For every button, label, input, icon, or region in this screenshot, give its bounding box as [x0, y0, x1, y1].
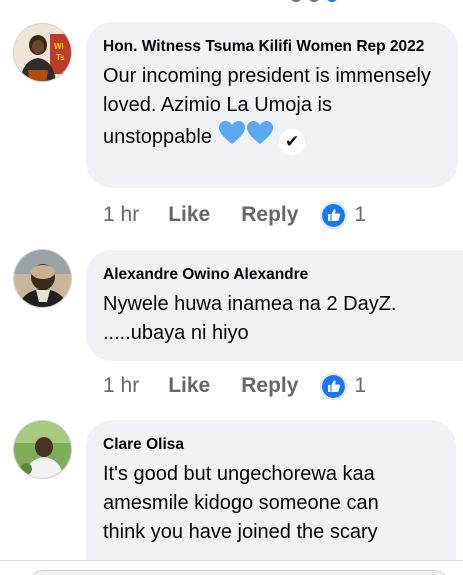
avatar-photo	[14, 421, 71, 478]
svg-text:Ts: Ts	[56, 53, 65, 62]
comment-author[interactable]: Alexandre Owino Alexandre	[103, 264, 445, 286]
thumbs-up-icon[interactable]	[321, 373, 347, 399]
svg-text:Wi: Wi	[54, 42, 64, 51]
comment-actions: 1 hr Like Reply 1	[103, 201, 366, 229]
comment-timestamp[interactable]: 1 hr	[103, 374, 139, 398]
comment-text: Nywele huwa inamea na 2 DayZ. .....ubaya…	[103, 290, 445, 348]
comment-timestamp[interactable]: 1 hr	[103, 203, 139, 227]
avatar[interactable]	[13, 420, 72, 479]
cut-off-reactions	[290, 0, 338, 4]
comment-text-line: amesmile kidogo someone can	[103, 492, 379, 514]
like-button[interactable]: Like	[168, 374, 210, 398]
comment-text-line: Nywele huwa inamea na 2 DayZ.	[103, 293, 397, 315]
blue-heart-icon	[218, 120, 246, 155]
reaction-icon	[308, 0, 320, 2]
comment-bubble[interactable]: Alexandre Owino Alexandre Nywele huwa in…	[86, 250, 463, 361]
reaction-count[interactable]: 1	[354, 203, 366, 227]
comment-actions: 1 hr Like Reply 1	[103, 372, 366, 400]
avatar[interactable]	[13, 249, 72, 308]
reply-button[interactable]: Reply	[241, 203, 298, 227]
comment-text: It's good but ungechorewa kaa amesmile k…	[103, 460, 438, 547]
reply-button[interactable]: Reply	[241, 374, 298, 398]
reaction-icon	[326, 0, 338, 2]
avatar-photo	[14, 250, 71, 307]
comment-bubble[interactable]: Clare Olisa It's good but ungechorewa ka…	[86, 420, 456, 575]
comment-author[interactable]: Hon. Witness Tsuma Kilifi Women Rep 2022	[103, 36, 440, 58]
reaction-count[interactable]: 1	[354, 374, 366, 398]
avatar-photo: Wi Ts	[14, 24, 71, 81]
comments-screen: Wi Ts Hon. Witness Tsuma Kilifi Women Re…	[0, 0, 463, 575]
thumbs-up-icon[interactable]	[321, 202, 347, 228]
comment-input[interactable]	[28, 570, 450, 575]
check-mark-icon: ✔	[279, 128, 306, 155]
reaction-icon	[290, 0, 302, 2]
comment-text: Our incoming president is immensely love…	[103, 62, 440, 155]
comment-text-line: .....ubaya ni hiyo	[103, 322, 249, 344]
comment-bubble[interactable]: Hon. Witness Tsuma Kilifi Women Rep 2022…	[86, 22, 458, 188]
like-button[interactable]: Like	[168, 203, 210, 227]
comment-text-line: think you have joined the scary	[103, 521, 378, 543]
comment-author[interactable]: Clare Olisa	[103, 434, 438, 456]
comment-text-line: It's good but ungechorewa kaa	[103, 463, 375, 485]
blue-heart-icon	[246, 120, 274, 155]
comment-composer-bar	[0, 560, 463, 575]
avatar[interactable]: Wi Ts	[13, 23, 72, 82]
